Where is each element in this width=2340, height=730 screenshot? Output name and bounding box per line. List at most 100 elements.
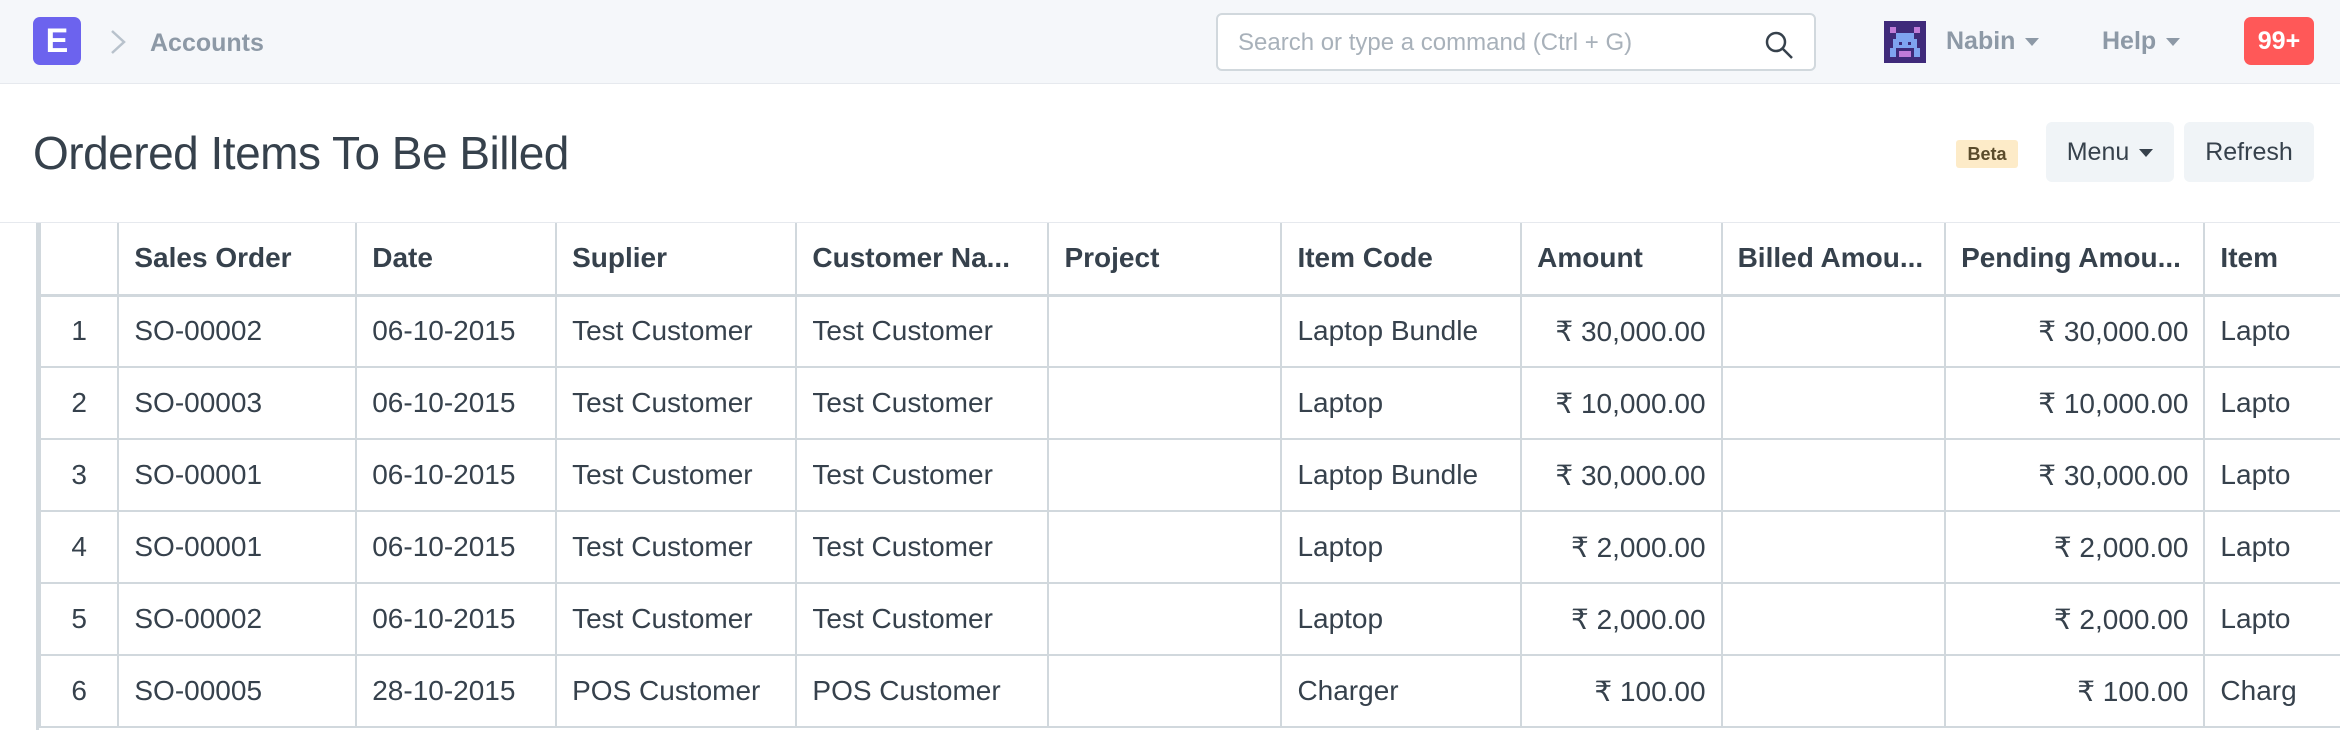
cell-item[interactable]: Lapto: [2203, 582, 2340, 656]
cell-date[interactable]: 06-10-2015: [355, 582, 558, 656]
table-row[interactable]: 5 SO-00002 06-10-2015 Test Customer Test…: [39, 582, 2340, 656]
cell-billed-amount[interactable]: [1720, 294, 1947, 368]
cell-project[interactable]: [1047, 438, 1283, 512]
column-header-item-code[interactable]: Item Code: [1280, 223, 1523, 297]
cell-item-code[interactable]: Laptop Bundle: [1280, 294, 1523, 368]
cell-date[interactable]: 06-10-2015: [355, 510, 558, 584]
cell-pending-amount[interactable]: ₹ 30,000.00: [1944, 294, 2206, 368]
cell-item[interactable]: Lapto: [2203, 510, 2340, 584]
cell-amount[interactable]: ₹ 30,000.00: [1520, 438, 1723, 512]
cell-item-code[interactable]: Laptop: [1280, 510, 1523, 584]
navbar: E Accounts Nabin Help 99+: [0, 0, 2340, 84]
breadcrumb-accounts[interactable]: Accounts: [150, 29, 264, 58]
app-logo[interactable]: E: [33, 17, 81, 65]
cell-billed-amount[interactable]: [1720, 510, 1947, 584]
column-header-item[interactable]: Item: [2203, 223, 2340, 297]
row-index: 5: [39, 582, 120, 656]
cell-billed-amount[interactable]: [1720, 582, 1947, 656]
search-icon[interactable]: [1764, 30, 1794, 60]
report-table: Sales Order Date Suplier Customer Na... …: [39, 223, 2340, 728]
cell-item[interactable]: Lapto: [2203, 438, 2340, 512]
cell-sales-order[interactable]: SO-00002: [117, 294, 358, 368]
cell-supplier[interactable]: POS Customer: [555, 654, 798, 728]
cell-customer-name[interactable]: Test Customer: [795, 582, 1050, 656]
cell-amount[interactable]: ₹ 100.00: [1520, 654, 1723, 728]
cell-date[interactable]: 06-10-2015: [355, 438, 558, 512]
table-row[interactable]: 4 SO-00001 06-10-2015 Test Customer Test…: [39, 510, 2340, 584]
cell-pending-amount[interactable]: ₹ 2,000.00: [1944, 510, 2206, 584]
column-header-supplier[interactable]: Suplier: [555, 223, 798, 297]
column-header-pending-amount[interactable]: Pending Amou...: [1944, 223, 2206, 297]
row-index: 1: [39, 294, 120, 368]
cell-project[interactable]: [1047, 582, 1283, 656]
cell-date[interactable]: 28-10-2015: [355, 654, 558, 728]
search-box[interactable]: [1216, 13, 1816, 71]
help-menu[interactable]: Help: [2102, 27, 2181, 56]
caret-down-icon: [2166, 38, 2181, 47]
cell-supplier[interactable]: Test Customer: [555, 366, 798, 440]
table-row[interactable]: 1 SO-00002 06-10-2015 Test Customer Test…: [39, 294, 2340, 368]
report-grid[interactable]: Sales Order Date Suplier Customer Na... …: [36, 223, 2340, 730]
avatar-icon[interactable]: [1884, 21, 1926, 63]
page-title: Ordered Items To Be Billed: [33, 127, 569, 179]
cell-item[interactable]: Lapto: [2203, 366, 2340, 440]
cell-item[interactable]: Lapto: [2203, 294, 2340, 368]
cell-pending-amount[interactable]: ₹ 100.00: [1944, 654, 2206, 728]
header-row: Sales Order Date Suplier Customer Na... …: [39, 223, 2340, 297]
cell-date[interactable]: 06-10-2015: [355, 366, 558, 440]
cell-amount[interactable]: ₹ 2,000.00: [1520, 510, 1723, 584]
cell-supplier[interactable]: Test Customer: [555, 438, 798, 512]
user-menu[interactable]: Nabin: [1946, 27, 2040, 56]
cell-sales-order[interactable]: SO-00005: [117, 654, 358, 728]
cell-billed-amount[interactable]: [1720, 438, 1947, 512]
cell-sales-order[interactable]: SO-00001: [117, 438, 358, 512]
cell-item-code[interactable]: Laptop: [1280, 582, 1523, 656]
row-index: 3: [39, 438, 120, 512]
cell-pending-amount[interactable]: ₹ 10,000.00: [1944, 366, 2206, 440]
column-header-billed-amount[interactable]: Billed Amou...: [1720, 223, 1947, 297]
row-index: 2: [39, 366, 120, 440]
cell-amount[interactable]: ₹ 10,000.00: [1520, 366, 1723, 440]
table-row[interactable]: 2 SO-00003 06-10-2015 Test Customer Test…: [39, 366, 2340, 440]
beta-badge: Beta: [1956, 140, 2018, 168]
cell-project[interactable]: [1047, 366, 1283, 440]
column-header-project[interactable]: Project: [1047, 223, 1283, 297]
cell-item-code[interactable]: Charger: [1280, 654, 1523, 728]
cell-sales-order[interactable]: SO-00003: [117, 366, 358, 440]
cell-customer-name[interactable]: Test Customer: [795, 510, 1050, 584]
cell-pending-amount[interactable]: ₹ 30,000.00: [1944, 438, 2206, 512]
refresh-button[interactable]: Refresh: [2184, 122, 2314, 182]
cell-sales-order[interactable]: SO-00001: [117, 510, 358, 584]
column-header-date[interactable]: Date: [355, 223, 558, 297]
cell-amount[interactable]: ₹ 2,000.00: [1520, 582, 1723, 656]
cell-supplier[interactable]: Test Customer: [555, 294, 798, 368]
row-index: 6: [39, 654, 120, 728]
cell-customer-name[interactable]: Test Customer: [795, 294, 1050, 368]
search-input[interactable]: [1236, 15, 1760, 71]
cell-billed-amount[interactable]: [1720, 366, 1947, 440]
column-header-customer-name[interactable]: Customer Na...: [795, 223, 1050, 297]
cell-supplier[interactable]: Test Customer: [555, 582, 798, 656]
column-header-index[interactable]: [39, 223, 120, 297]
table-row[interactable]: 3 SO-00001 06-10-2015 Test Customer Test…: [39, 438, 2340, 512]
cell-date[interactable]: 06-10-2015: [355, 294, 558, 368]
cell-sales-order[interactable]: SO-00002: [117, 582, 358, 656]
cell-item-code[interactable]: Laptop Bundle: [1280, 438, 1523, 512]
notifications-badge[interactable]: 99+: [2244, 17, 2314, 65]
menu-button[interactable]: Menu: [2046, 122, 2174, 182]
cell-item-code[interactable]: Laptop: [1280, 366, 1523, 440]
cell-project[interactable]: [1047, 510, 1283, 584]
table-row[interactable]: 6 SO-00005 28-10-2015 POS Customer POS C…: [39, 654, 2340, 728]
cell-pending-amount[interactable]: ₹ 2,000.00: [1944, 582, 2206, 656]
cell-billed-amount[interactable]: [1720, 654, 1947, 728]
cell-amount[interactable]: ₹ 30,000.00: [1520, 294, 1723, 368]
column-header-sales-order[interactable]: Sales Order: [117, 223, 358, 297]
cell-customer-name[interactable]: Test Customer: [795, 366, 1050, 440]
cell-item[interactable]: Charg: [2203, 654, 2340, 728]
cell-project[interactable]: [1047, 294, 1283, 368]
cell-supplier[interactable]: Test Customer: [555, 510, 798, 584]
column-header-amount[interactable]: Amount: [1520, 223, 1723, 297]
cell-project[interactable]: [1047, 654, 1283, 728]
cell-customer-name[interactable]: POS Customer: [795, 654, 1050, 728]
cell-customer-name[interactable]: Test Customer: [795, 438, 1050, 512]
